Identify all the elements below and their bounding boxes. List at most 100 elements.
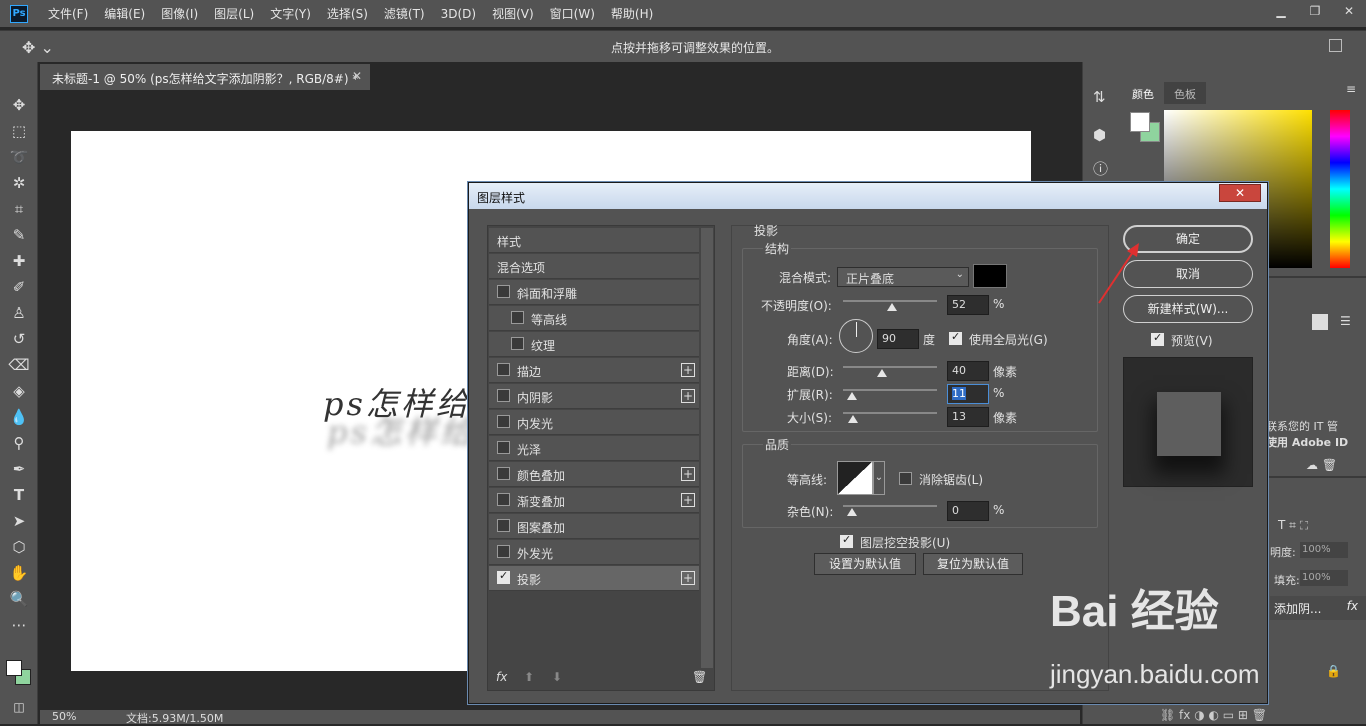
style-checkbox[interactable] [497, 415, 510, 428]
contour-dropdown-icon[interactable]: ⌄ [873, 461, 885, 495]
add-effect-icon[interactable]: + [681, 363, 695, 377]
path-select-icon[interactable]: ➤ [8, 510, 30, 532]
style-checkbox[interactable] [511, 337, 524, 350]
marquee-icon[interactable]: ⬚ [8, 120, 30, 142]
fx-button[interactable]: fx [496, 670, 507, 684]
close-tab-icon[interactable]: ✕ [352, 69, 362, 83]
minimize-icon[interactable]: ▁ [1264, 0, 1298, 22]
document-tab[interactable]: 未标题-1 @ 50% (ps怎样给文字添加阴影？, RGB/8#) * ✕ [40, 64, 370, 90]
delete-icon[interactable]: 🗑 [692, 670, 707, 684]
style-list-item[interactable]: 等高线 [489, 306, 699, 331]
distance-field[interactable]: 40 [947, 361, 989, 381]
knockout-checkbox[interactable] [840, 533, 853, 548]
add-effect-icon[interactable]: + [681, 493, 695, 507]
noise-slider[interactable] [843, 505, 937, 507]
style-list-item[interactable]: 内发光 [489, 410, 699, 435]
noise-field[interactable]: 0 [947, 501, 989, 521]
distance-slider[interactable] [843, 366, 937, 368]
close-window-icon[interactable]: ✕ [1332, 0, 1366, 22]
style-list-item[interactable]: 颜色叠加 + [489, 462, 699, 487]
menu-help[interactable]: 帮助(H) [603, 5, 661, 22]
global-light-checkbox[interactable] [949, 330, 962, 345]
add-effect-icon[interactable]: + [681, 389, 695, 403]
style-list-item[interactable]: 投影 + [489, 566, 699, 591]
style-list-item[interactable]: 图案叠加 [489, 514, 699, 539]
set-default-button[interactable]: 设置为默认值 [814, 553, 916, 575]
style-list-item[interactable]: 外发光 [489, 540, 699, 565]
menu-file[interactable]: 文件(F) [40, 5, 96, 22]
menu-view[interactable]: 视图(V) [484, 5, 542, 22]
size-field[interactable]: 13 [947, 407, 989, 427]
move-icon[interactable]: ✥ [8, 94, 30, 116]
zoom-level[interactable]: 50% [52, 710, 76, 723]
menu-filter[interactable]: 滤镜(T) [376, 5, 433, 22]
style-list-item[interactable]: 样式 [489, 228, 699, 253]
add-effect-icon[interactable]: + [681, 467, 695, 481]
size-slider[interactable] [843, 412, 937, 414]
restore-icon[interactable]: ❐ [1298, 0, 1332, 22]
layer-filter-icons[interactable]: T ⌗ ⛶ [1278, 518, 1308, 533]
info-panel-icon[interactable]: ⓘ [1093, 158, 1108, 179]
move-down-icon[interactable]: ⬇ [552, 670, 562, 684]
opacity-slider[interactable] [843, 300, 937, 302]
style-list-item[interactable]: 内阴影 + [489, 384, 699, 409]
style-checkbox[interactable] [497, 389, 510, 402]
style-checkbox[interactable] [497, 519, 510, 532]
style-list-item[interactable]: 纹理 [489, 332, 699, 357]
style-list-item[interactable]: 斜面和浮雕 [489, 280, 699, 305]
fg-color-swatch[interactable] [1130, 112, 1150, 132]
healing-icon[interactable]: ✚ [8, 250, 30, 272]
tab-color[interactable]: 颜色 [1122, 82, 1164, 104]
style-checkbox[interactable] [497, 363, 510, 376]
style-list-item[interactable]: 描边 + [489, 358, 699, 383]
menu-image[interactable]: 图像(I) [153, 5, 206, 22]
more-tools-icon[interactable]: ⋯ [8, 614, 30, 636]
menu-layer[interactable]: 图层(L) [206, 5, 262, 22]
menu-edit[interactable]: 编辑(E) [96, 5, 153, 22]
size-slider-thumb[interactable] [848, 415, 858, 423]
add-effect-icon[interactable]: + [681, 571, 695, 585]
zoom-icon[interactable]: 🔍 [8, 588, 30, 610]
tab-swatches[interactable]: 色板 [1164, 82, 1206, 104]
stamp-icon[interactable]: ♙ [8, 302, 30, 324]
preview-checkbox[interactable] [1151, 331, 1164, 346]
style-list-item[interactable]: 渐变叠加 + [489, 488, 699, 513]
eyedropper-icon[interactable]: ✎ [8, 224, 30, 246]
3d-panel-icon[interactable]: ⬢ [1093, 126, 1106, 144]
reset-default-button[interactable]: 复位为默认值 [923, 553, 1023, 575]
opacity-slider-thumb[interactable] [886, 303, 897, 311]
shape-icon[interactable]: ⬡ [8, 536, 30, 558]
style-checkbox[interactable] [511, 311, 524, 324]
lasso-icon[interactable]: ➰ [8, 146, 30, 168]
style-checkbox[interactable] [497, 285, 510, 298]
style-checkbox[interactable] [497, 569, 510, 584]
spread-slider-thumb[interactable] [847, 392, 857, 400]
angle-dial[interactable] [839, 319, 873, 353]
cc-libraries-icon[interactable]: ☁ 🗑 [1306, 458, 1337, 472]
noise-slider-thumb[interactable] [847, 508, 857, 516]
panel-toggle-icon[interactable] [1329, 39, 1342, 52]
history-brush-icon[interactable]: ↺ [8, 328, 30, 350]
spread-slider[interactable] [843, 389, 937, 391]
brush-icon[interactable]: ✐ [8, 276, 30, 298]
grid-view-icon[interactable] [1312, 314, 1328, 330]
magic-wand-icon[interactable]: ✲ [8, 172, 30, 194]
menu-3d[interactable]: 3D(D) [433, 7, 484, 21]
distance-slider-thumb[interactable] [877, 369, 887, 377]
style-list-scrollbar[interactable] [701, 228, 713, 668]
move-up-icon[interactable]: ⬆ [524, 670, 534, 684]
layer-footer-icons[interactable]: ⛓ fx ◑ ◐ ▭ ⊞ 🗑 [1160, 708, 1267, 722]
blend-mode-select[interactable]: 正片叠底 ⌄ [837, 267, 969, 287]
eraser-icon[interactable]: ⌫ [8, 354, 30, 376]
style-checkbox[interactable] [497, 493, 510, 506]
angle-field[interactable]: 90 [877, 329, 919, 349]
style-checkbox[interactable] [497, 441, 510, 454]
crop-icon[interactable]: ⌗ [8, 198, 30, 220]
hue-slider[interactable] [1330, 110, 1350, 268]
antialias-checkbox[interactable] [899, 472, 912, 485]
dialog-title-bar[interactable]: 图层样式 ✕ [469, 183, 1267, 209]
shadow-color-swatch[interactable] [973, 264, 1007, 288]
quick-mask-icon[interactable]: ◫ [8, 696, 30, 718]
panel-menu-icon[interactable]: ≡ [1346, 82, 1356, 96]
style-checkbox[interactable] [497, 467, 510, 480]
